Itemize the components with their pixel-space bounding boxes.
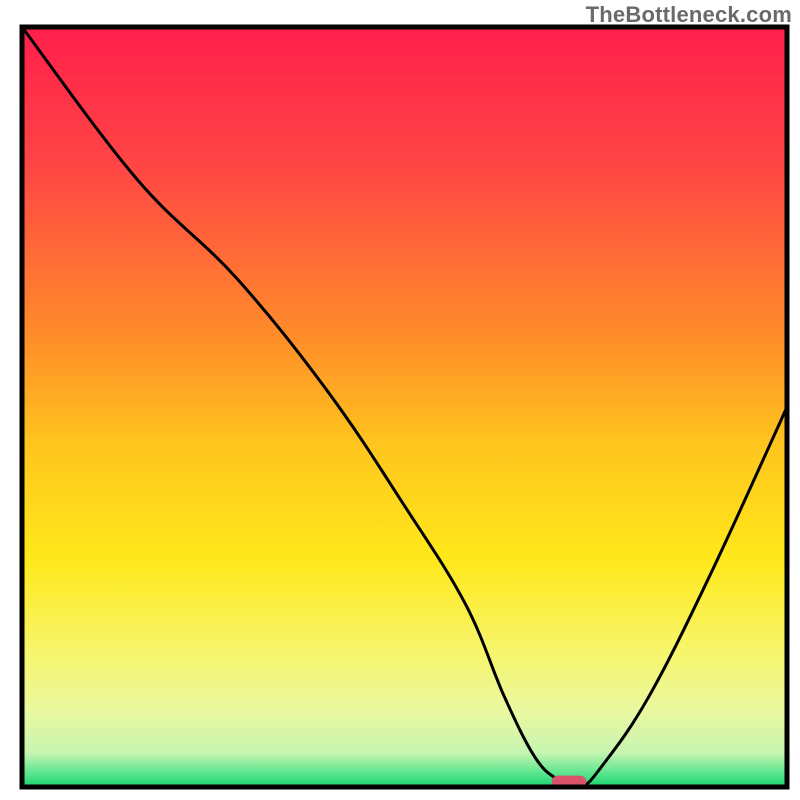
bottleneck-chart: TheBottleneck.com — [0, 0, 800, 800]
chart-svg — [0, 0, 800, 800]
plot-background — [22, 27, 787, 787]
watermark-text: TheBottleneck.com — [586, 2, 792, 28]
